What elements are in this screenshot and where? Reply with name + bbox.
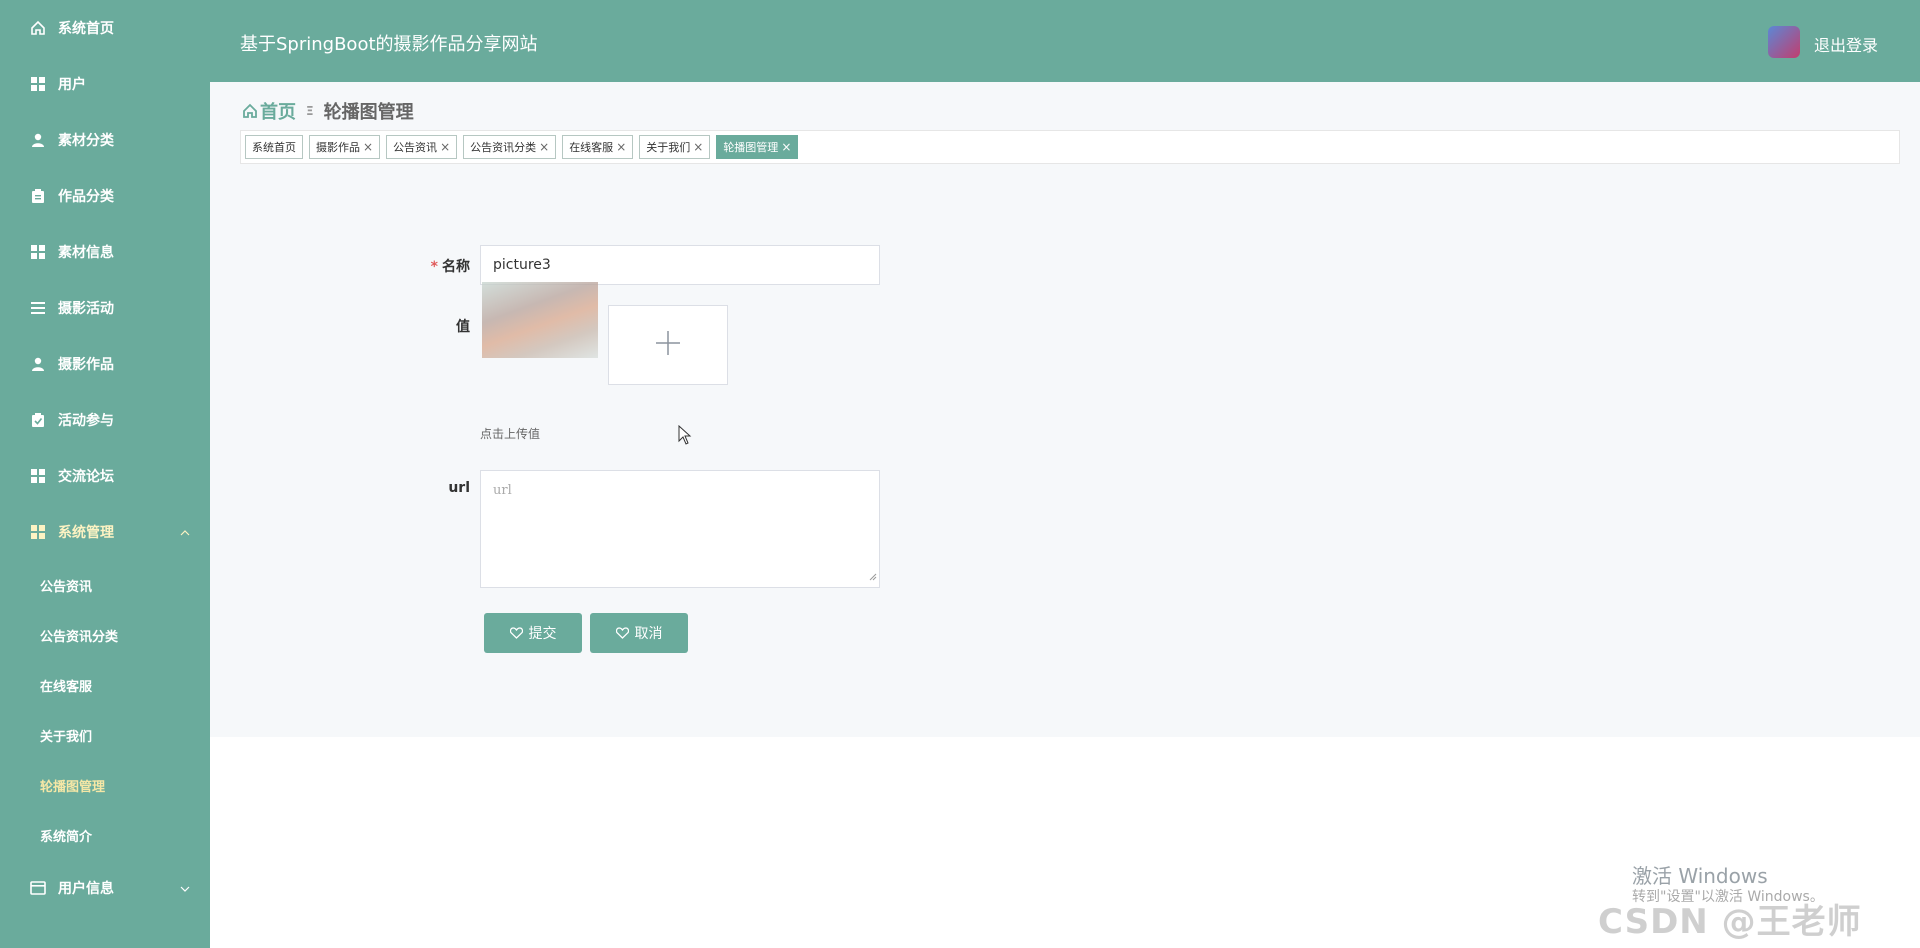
list-icon bbox=[30, 300, 46, 316]
sidebar: 系统首页 用户 素材分类 作品分类 素材信息 摄影活动 摄影作品 活动参与 交流… bbox=[0, 0, 210, 948]
close-icon[interactable]: × bbox=[363, 140, 373, 154]
user-icon bbox=[30, 132, 46, 148]
sidebar-subitem-carousel-management[interactable]: 轮播图管理 bbox=[0, 760, 210, 810]
sidebar-item-label: 活动参与 bbox=[58, 413, 114, 429]
name-label-text: 名称 bbox=[442, 259, 470, 275]
clipboard-icon bbox=[30, 188, 46, 204]
sidebar-item-forum[interactable]: 交流论坛 bbox=[0, 448, 210, 504]
sidebar-item-label: 素材分类 bbox=[58, 133, 114, 149]
windows-activation-title: 激活 Windows bbox=[1632, 864, 1768, 888]
clipboard-check-icon bbox=[30, 412, 46, 428]
heart-icon bbox=[615, 627, 629, 639]
top-header: 基于SpringBoot的摄影作品分享网站 退出登录 bbox=[210, 0, 1920, 82]
sidebar-item-home[interactable]: 系统首页 bbox=[0, 0, 210, 56]
grid-icon bbox=[30, 244, 46, 260]
submit-button[interactable]: 提交 bbox=[484, 613, 582, 653]
site-title: 基于SpringBoot的摄影作品分享网站 bbox=[240, 34, 538, 55]
close-icon[interactable]: × bbox=[539, 140, 549, 154]
chevron-up-icon[interactable] bbox=[180, 525, 190, 539]
close-icon[interactable]: × bbox=[781, 140, 791, 154]
sidebar-item-label: 摄影活动 bbox=[58, 301, 114, 317]
cancel-label: 取消 bbox=[634, 626, 663, 642]
tab-bar: 系统首页 摄影作品 × 公告资讯 × 公告资讯分类 × 在线客服 × 关于我们 × 轮播图… bbox=[240, 130, 1900, 164]
grid-icon bbox=[30, 524, 46, 540]
sidebar-item-label: 系统管理 bbox=[58, 525, 114, 541]
tab-carousel-management[interactable]: 轮播图管理 × bbox=[716, 135, 799, 159]
value-label: 值 bbox=[456, 319, 470, 335]
tab-label: 公告资讯 bbox=[393, 141, 438, 154]
avatar[interactable] bbox=[1768, 26, 1800, 58]
sidebar-item-label: 作品分类 bbox=[58, 189, 114, 205]
sidebar-subitem-announcements[interactable]: 公告资讯 bbox=[0, 560, 210, 610]
chevron-down-icon[interactable] bbox=[180, 881, 190, 895]
home-icon bbox=[30, 20, 46, 36]
tab-label: 摄影作品 bbox=[316, 141, 360, 154]
sidebar-item-label: 素材信息 bbox=[58, 245, 114, 261]
submit-label: 提交 bbox=[528, 626, 557, 642]
sidebar-item-label: 交流论坛 bbox=[58, 469, 114, 485]
sidebar-subitem-system-intro[interactable]: 系统简介 bbox=[0, 810, 210, 860]
sidebar-item-label: 用户信息 bbox=[58, 881, 114, 897]
tab-about-us[interactable]: 关于我们 × bbox=[639, 135, 711, 159]
sidebar-subitem-announcement-category[interactable]: 公告资讯分类 bbox=[0, 610, 210, 660]
logout-button[interactable]: 退出登录 bbox=[1814, 32, 1878, 56]
sidebar-item-activity-participation[interactable]: 活动参与 bbox=[0, 392, 210, 448]
sidebar-item-photo-activity[interactable]: 摄影活动 bbox=[0, 280, 210, 336]
name-input[interactable]: picture3 bbox=[480, 245, 880, 285]
tab-label: 关于我们 bbox=[646, 141, 691, 154]
user-icon bbox=[30, 356, 46, 372]
close-icon[interactable]: × bbox=[693, 140, 703, 154]
close-icon[interactable]: × bbox=[616, 140, 626, 154]
url-label: url bbox=[448, 480, 470, 496]
sidebar-item-work-category[interactable]: 作品分类 bbox=[0, 168, 210, 224]
image-upload-button[interactable] bbox=[608, 305, 728, 385]
tab-photo-works[interactable]: 摄影作品 × bbox=[309, 135, 381, 159]
cancel-button[interactable]: 取消 bbox=[590, 613, 688, 653]
tab-label: 轮播图管理 bbox=[723, 141, 779, 154]
sidebar-subitem-about-us[interactable]: 关于我们 bbox=[0, 710, 210, 760]
csdn-watermark: CSDN @王老师160 bbox=[1598, 902, 1862, 948]
tab-announcements[interactable]: 公告资讯 × bbox=[386, 135, 458, 159]
required-mark: * bbox=[430, 259, 438, 275]
upload-hint: 点击上传值 bbox=[480, 427, 541, 441]
tab-online-service[interactable]: 在线客服 × bbox=[562, 135, 634, 159]
breadcrumb: 首页 Ξ 轮播图管理 bbox=[242, 98, 414, 124]
sidebar-item-photo-works[interactable]: 摄影作品 bbox=[0, 336, 210, 392]
mouse-cursor-icon bbox=[678, 424, 692, 449]
breadcrumb-home[interactable]: 首页 bbox=[260, 98, 296, 124]
heart-icon bbox=[509, 627, 523, 639]
tab-announcement-category[interactable]: 公告资讯分类 × bbox=[463, 135, 557, 159]
sidebar-item-user-info[interactable]: 用户信息 bbox=[0, 860, 210, 916]
home-icon bbox=[242, 103, 258, 119]
main-content: 首页 Ξ 轮播图管理 系统首页 摄影作品 × 公告资讯 × 公告资讯分类 × 在线客服… bbox=[210, 82, 1920, 737]
url-placeholder: url bbox=[493, 483, 512, 498]
tab-label: 在线客服 bbox=[569, 141, 614, 154]
url-textarea[interactable]: url bbox=[480, 470, 880, 588]
sidebar-item-user[interactable]: 用户 bbox=[0, 56, 210, 112]
tab-label: 公告资讯分类 bbox=[470, 141, 537, 154]
breadcrumb-current: 轮播图管理 bbox=[323, 102, 414, 123]
grid-icon bbox=[30, 468, 46, 484]
name-input-value: picture3 bbox=[493, 257, 551, 273]
breadcrumb-separator: Ξ bbox=[306, 104, 314, 118]
sidebar-item-label: 用户 bbox=[58, 77, 86, 93]
card-icon bbox=[30, 880, 46, 896]
sidebar-item-material-info[interactable]: 素材信息 bbox=[0, 224, 210, 280]
sidebar-item-material-category[interactable]: 素材分类 bbox=[0, 112, 210, 168]
resize-handle-icon[interactable] bbox=[869, 570, 877, 585]
plus-icon bbox=[654, 329, 682, 361]
name-label: * 名称 bbox=[420, 256, 470, 276]
sidebar-item-system-management[interactable]: 系统管理 bbox=[0, 504, 210, 560]
sidebar-item-label: 摄影作品 bbox=[58, 357, 114, 373]
grid-icon bbox=[30, 76, 46, 92]
close-icon[interactable]: × bbox=[440, 140, 450, 154]
sidebar-item-label: 系统首页 bbox=[58, 21, 114, 37]
sidebar-subitem-online-service[interactable]: 在线客服 bbox=[0, 660, 210, 710]
uploaded-image-thumbnail[interactable] bbox=[482, 282, 598, 358]
tab-label: 系统首页 bbox=[252, 141, 296, 154]
tab-system-home[interactable]: 系统首页 bbox=[245, 135, 303, 159]
